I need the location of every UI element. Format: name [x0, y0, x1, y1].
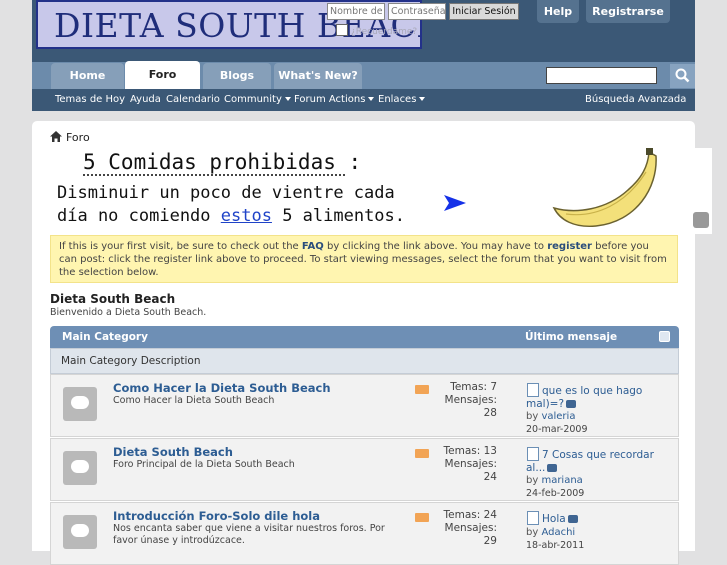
banner-line-3: día no comiendo estos 5 alimentos. — [57, 206, 406, 226]
last-post-header: Último mensaje — [525, 331, 618, 343]
register-button[interactable]: Registrarse — [586, 0, 670, 23]
last-post-link[interactable]: que es lo que hago mal)=? — [526, 385, 674, 411]
page-title: Dieta South Beach — [50, 292, 176, 306]
go-to-last-post-icon[interactable] — [566, 400, 577, 408]
category-title[interactable]: Main Category — [62, 331, 148, 343]
tab-whats-new[interactable]: What's New? — [274, 63, 362, 89]
arrow-icon — [444, 195, 466, 211]
last-post-link[interactable]: Hola — [526, 513, 674, 526]
advanced-search-link[interactable]: Búsqueda Avanzada — [585, 89, 686, 111]
category-header: Main Category Último mensaje — [50, 326, 679, 348]
search-icon — [675, 68, 690, 83]
last-post-link[interactable]: 7 Cosas que recordar al... — [526, 449, 674, 475]
category-description: Main Category Description — [50, 348, 679, 374]
breadcrumb: Foro — [50, 131, 90, 147]
forum-row: Dieta South Beach Foro Principal de la D… — [50, 438, 679, 501]
search-button[interactable] — [670, 64, 695, 88]
help-button[interactable]: Help — [537, 0, 579, 23]
tab-foro[interactable]: Foro — [125, 61, 200, 89]
forum-row: Introducción Foro-Solo dile hola Nos enc… — [50, 502, 679, 565]
ad-choices-icon[interactable] — [693, 212, 709, 228]
breadcrumb-foro[interactable]: Foro — [66, 131, 90, 144]
forum-row: Como Hacer la Dieta South Beach Como Hac… — [50, 374, 679, 437]
search-input[interactable] — [546, 67, 657, 84]
sublink-enlaces[interactable]: Enlaces — [378, 89, 426, 111]
tab-blogs[interactable]: Blogs — [203, 63, 271, 89]
password-input[interactable]: Contraseña — [388, 3, 446, 20]
banana-image — [552, 148, 657, 228]
forum-stats: Temas: 24 Mensajes: 29 — [443, 509, 497, 547]
sublink-forum-actions[interactable]: Forum Actions — [294, 89, 375, 111]
page-subtitle: Bienvenido a Dieta South Beach. — [50, 307, 207, 318]
sublink-community-label: Community — [224, 94, 282, 105]
register-link[interactable]: register — [547, 241, 592, 252]
remember-checkbox[interactable] — [336, 24, 348, 36]
banner-headline: 5 Comidas prohibidas : — [83, 150, 362, 174]
banner-line-2: Disminuir un poco de vientre cada — [57, 183, 395, 203]
last-post-date: 20-mar-2009 — [526, 424, 588, 435]
remember-label: ¿Recuérdame? — [351, 27, 418, 37]
last-post-date: 18-abr-2011 — [526, 540, 585, 551]
forum-description: Nos encanta saber que viene a visitar nu… — [113, 523, 385, 546]
banner-link: estos — [220, 206, 272, 226]
forum-description: Foro Principal de la Dieta South Beach — [113, 459, 295, 470]
forum-title-link[interactable]: Introducción Foro-Solo dile hola — [113, 509, 320, 523]
sublink-ayuda[interactable]: Ayuda — [130, 89, 161, 111]
username-input[interactable]: Nombre de Usuario — [327, 3, 385, 20]
login-button[interactable]: Iniciar Sesión — [449, 3, 519, 20]
remember-me[interactable]: ¿Recuérdame? — [336, 24, 426, 38]
forum-title-link[interactable]: Dieta South Beach — [113, 445, 233, 459]
last-post-author: by Adachi — [526, 527, 576, 538]
faq-link[interactable]: FAQ — [302, 241, 324, 252]
forum-status-icon — [63, 451, 97, 485]
tab-home[interactable]: Home — [51, 63, 124, 89]
forum-stats: Temas: 7 Mensajes: 28 — [444, 381, 497, 419]
banner-ad[interactable]: 5 Comidas prohibidas : Disminuir un poco… — [50, 148, 712, 234]
last-post-author: by valeria — [526, 411, 576, 422]
last-post-author: by mariana — [526, 475, 583, 486]
sublink-forum-actions-label: Forum Actions — [294, 94, 366, 105]
forum-title-link[interactable]: Como Hacer la Dieta South Beach — [113, 381, 331, 395]
go-to-last-post-icon[interactable] — [567, 515, 578, 523]
forum-status-icon — [63, 515, 97, 549]
go-to-last-post-icon[interactable] — [547, 464, 558, 472]
forum-status-icon — [63, 387, 97, 421]
chevron-down-icon — [368, 97, 375, 101]
sublink-community[interactable]: Community — [224, 89, 291, 111]
last-post-date: 24-feb-2009 — [526, 488, 585, 499]
sublink-enlaces-label: Enlaces — [378, 94, 417, 105]
chevron-down-icon — [419, 97, 426, 101]
sublink-calendario[interactable]: Calendario — [166, 89, 220, 111]
home-icon[interactable] — [50, 131, 62, 142]
first-visit-notice: If this is your first visit, be sure to … — [50, 235, 678, 283]
forum-stats: Temas: 13 Mensajes: 24 — [443, 445, 497, 483]
banner-underline — [83, 174, 345, 179]
sublink-temas-de-hoy[interactable]: Temas de Hoy — [55, 89, 125, 111]
collapse-icon[interactable] — [659, 331, 670, 342]
forum-description: Como Hacer la Dieta South Beach — [113, 395, 275, 406]
chevron-down-icon — [284, 97, 291, 101]
